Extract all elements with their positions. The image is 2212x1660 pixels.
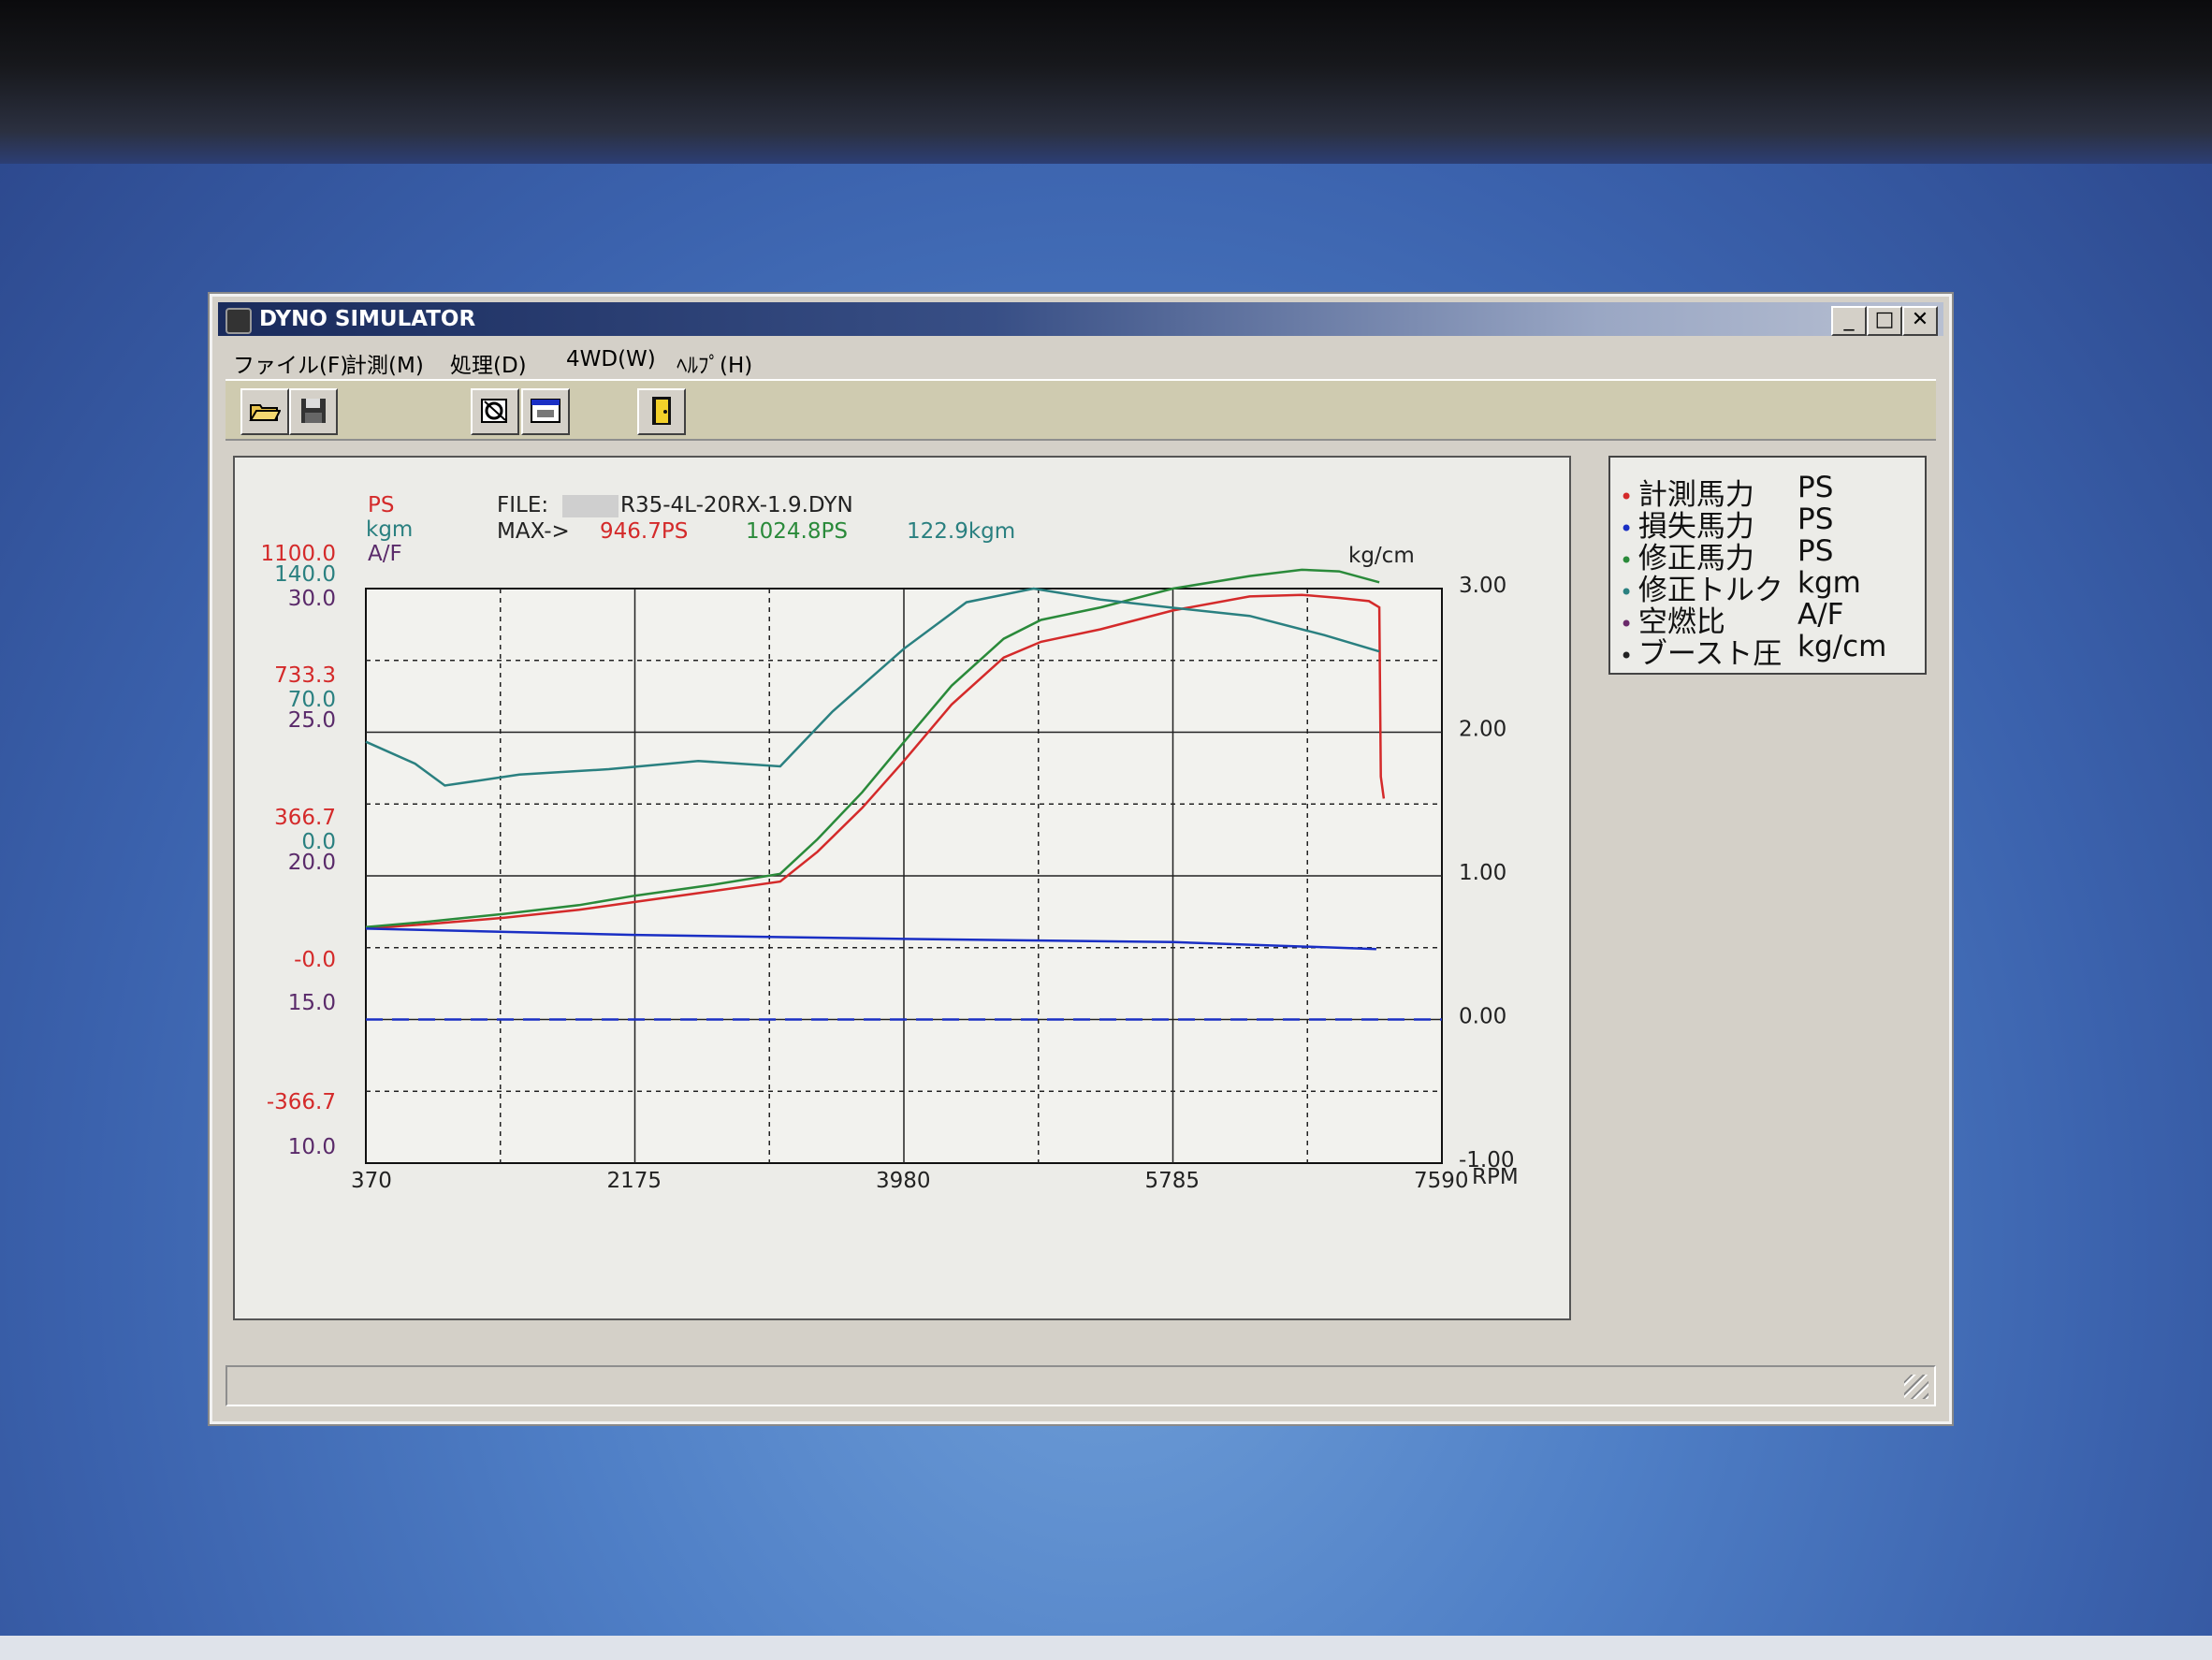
max-label: MAX-> (497, 519, 570, 544)
dyno-chart: PS kgm A/F FILE: R35-4L-20RX-1.9.DYN MAX… (261, 493, 1519, 1193)
af-axis-tick-label: 25.0 (288, 708, 336, 733)
af-axis-tick-label: 15.0 (288, 991, 336, 1015)
kgm-axis-tick-label: 140.0 (274, 562, 336, 587)
save-disk-icon[interactable] (289, 388, 338, 435)
menu-4wd[interactable]: 4WD(W) (566, 347, 656, 371)
legend-unit: A/F (1797, 598, 1844, 632)
file-name: R35-4L-20RX-1.9.DYN (620, 493, 853, 517)
window-title: DYNO SIMULATOR (259, 307, 476, 331)
menu-measure[interactable]: 計測(M) (345, 347, 424, 379)
redacted-block (562, 495, 618, 517)
max-torque-value: 122.9kgm (907, 519, 1015, 544)
title-bar[interactable]: DYNO SIMULATOR _ □ ✕ (218, 302, 1943, 336)
ps-axis-tick-label: 366.7 (274, 806, 336, 830)
legend-dot: • (1620, 643, 1634, 669)
af-axis-tick-label: 30.0 (288, 587, 336, 611)
status-bar (226, 1365, 1936, 1406)
legend-unit: PS (1797, 471, 1834, 504)
boost-axis-tick-label: -1.00 (1459, 1148, 1515, 1172)
display-icon[interactable] (521, 388, 570, 435)
file-label: FILE: (497, 493, 548, 517)
exit-door-icon[interactable] (637, 388, 686, 435)
dyno-chart-panel: PS kgm A/F FILE: R35-4L-20RX-1.9.DYN MAX… (233, 456, 1571, 1320)
boost-unit-label: kg/cm (1348, 544, 1415, 568)
legend-item-boost-pressure: • ブースト圧 kg/cm (1620, 630, 1886, 672)
x-tick-label: 3980 (876, 1169, 931, 1193)
boost-axis-tick-label: 3.00 (1459, 574, 1506, 598)
boost-axis-tick-label: 1.00 (1459, 861, 1506, 885)
kgm-unit-label: kgm (366, 517, 413, 542)
menu-process[interactable]: 処理(D) (450, 347, 527, 379)
af-unit-label: A/F (368, 542, 402, 566)
open-folder-icon[interactable] (240, 388, 289, 435)
process-icon[interactable] (471, 388, 519, 435)
max-ps-value: 946.7PS (600, 519, 688, 544)
legend-label: ブースト圧 (1637, 637, 1783, 671)
af-axis-tick-label: 20.0 (288, 851, 336, 875)
legend-unit: kgm (1797, 566, 1861, 600)
ps-axis-tick-label: 733.3 (274, 663, 336, 688)
menu-file[interactable]: ファイル(F) (233, 347, 348, 379)
resize-grip-icon[interactable] (1904, 1375, 1928, 1399)
menu-help[interactable]: ﾍﾙﾌﾟ(H) (677, 347, 752, 379)
taskbar (0, 1636, 2212, 1660)
legend-panel: • 計測馬力 PS • 損失馬力 PS • 修正馬力 PS • 修正トルク kg… (1608, 456, 1927, 675)
x-tick-label: 2175 (607, 1169, 662, 1193)
menu-bar: ファイル(F) 計測(M) 処理(D) 4WD(W) ﾍﾙﾌﾟ(H) (226, 343, 1936, 379)
boost-axis-tick-label: 0.00 (1459, 1005, 1506, 1029)
ps-axis-tick-label: -0.0 (294, 948, 336, 972)
monitor-bezel-top (0, 0, 2212, 164)
ps-unit-label: PS (368, 493, 394, 517)
x-tick-label: 370 (351, 1169, 392, 1193)
legend-unit: kg/cm (1797, 630, 1887, 663)
chart-grid (365, 588, 1443, 1164)
minimize-button[interactable]: _ (1831, 306, 1867, 336)
max-corrected-ps-value: 1024.8PS (746, 519, 848, 544)
legend-unit: PS (1797, 534, 1834, 568)
toolbar (226, 379, 1936, 441)
ps-axis-tick-label: -366.7 (267, 1090, 336, 1114)
af-axis-tick-label: 10.0 (288, 1135, 336, 1159)
x-tick-label: 5785 (1145, 1169, 1201, 1193)
app-icon (226, 308, 252, 334)
close-button[interactable]: ✕ (1902, 306, 1938, 336)
boost-axis-tick-label: 2.00 (1459, 718, 1506, 742)
legend-unit: PS (1797, 502, 1834, 536)
dyno-simulator-window: DYNO SIMULATOR _ □ ✕ ファイル(F) 計測(M) 処理(D)… (210, 294, 1952, 1424)
maximize-button[interactable]: □ (1867, 306, 1902, 336)
